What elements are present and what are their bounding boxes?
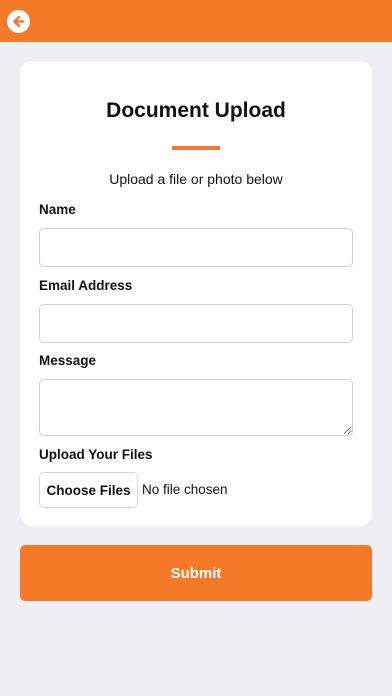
title-underline [172, 146, 220, 150]
email-input[interactable] [39, 304, 353, 343]
top-bar [0, 0, 392, 42]
name-input[interactable] [39, 228, 353, 267]
email-label: Email Address [39, 278, 133, 293]
subtitle: Upload a file or photo below [109, 171, 283, 187]
upload-label: Upload Your Files [39, 447, 153, 462]
page-title: Document Upload [106, 99, 286, 122]
file-status-text: No file chosen [142, 482, 228, 497]
name-label: Name [39, 202, 76, 217]
back-arrow-icon [13, 15, 25, 28]
back-button[interactable] [7, 10, 30, 33]
choose-files-button[interactable]: Choose Files [39, 472, 138, 508]
message-label: Message [39, 353, 97, 368]
submit-button[interactable]: Submit [20, 545, 372, 601]
message-textarea[interactable] [39, 379, 353, 436]
